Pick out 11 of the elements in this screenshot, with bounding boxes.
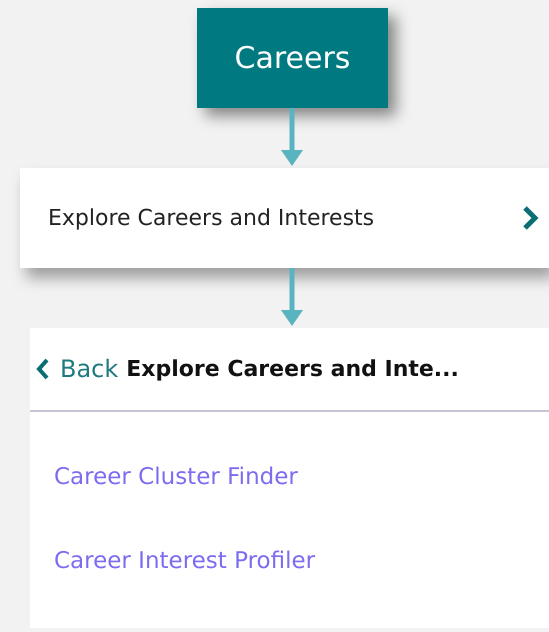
- submenu-link[interactable]: Career Cluster Finder: [54, 464, 549, 490]
- submenu-link[interactable]: Career Interest Profiler: [54, 548, 549, 574]
- back-button[interactable]: Back: [36, 355, 118, 383]
- menu-item[interactable]: Explore Careers and Interests: [20, 168, 549, 268]
- down-arrow: [281, 268, 303, 326]
- menu-item-label: Explore Careers and Interests: [48, 206, 374, 230]
- panel-title: Explore Careers and Inte...: [126, 356, 459, 382]
- careers-button[interactable]: Careers: [197, 8, 388, 108]
- down-arrow: [281, 108, 303, 166]
- chevron-left-icon: [36, 358, 50, 380]
- chevron-right-icon: [521, 205, 539, 231]
